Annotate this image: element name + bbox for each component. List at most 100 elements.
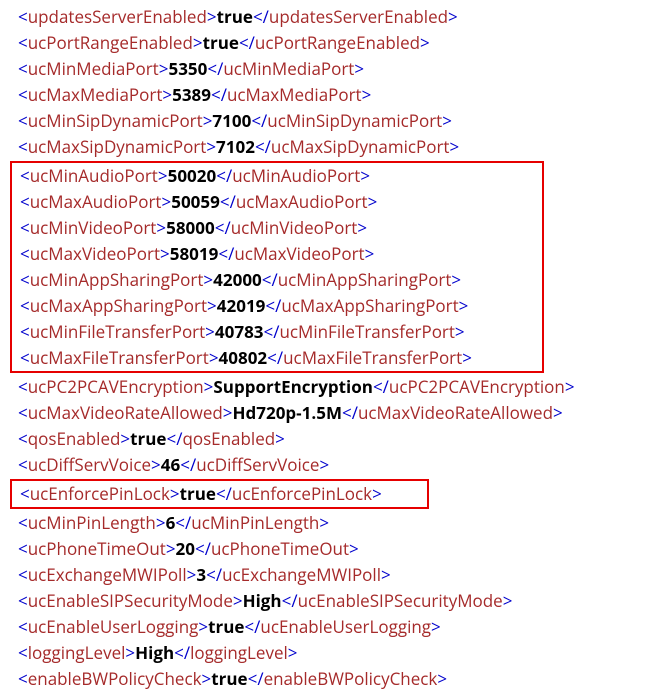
tag-close: ucMaxSipDynamicPort: [271, 135, 450, 158]
tag-close: ucMinSipDynamicPort: [267, 109, 442, 132]
tag-open: ucMaxAudioPort: [30, 190, 162, 213]
angle-close: >: [203, 268, 213, 291]
tag-close: ucMinVideoPort: [231, 216, 358, 239]
angle-close2: >: [459, 294, 469, 317]
tag-close: ucPortRangeEnabled: [255, 31, 420, 54]
xml-value: 40783: [215, 320, 264, 343]
angle-open: <: [20, 320, 30, 343]
tag-open: enableBWPolicyCheck: [28, 667, 202, 690]
tag-open: ucMinAudioPort: [30, 164, 158, 187]
xml-value: true: [203, 31, 239, 54]
angle-open: <: [20, 242, 30, 265]
angle-open-close: </: [180, 453, 196, 476]
angle-open: <: [20, 216, 30, 239]
highlight-box-ports: <ucMinAudioPort>50020</ucMinAudioPort><u…: [10, 161, 544, 373]
angle-open: <: [18, 427, 28, 450]
xml-value: 5350: [168, 57, 207, 80]
xml-value: High: [135, 641, 174, 664]
tag-close: ucEnableSIPSecurityMode: [298, 589, 503, 612]
angle-open: <: [18, 537, 28, 560]
tag-open: ucMaxSipDynamicPort: [28, 135, 207, 158]
angle-open: <: [18, 641, 28, 664]
angle-open: <: [18, 667, 28, 690]
xml-line-ucPortRangeEnabled: <ucPortRangeEnabled>true</ucPortRangeEna…: [10, 30, 672, 56]
xml-line-ucMinPinLength: <ucMinPinLength>6</ucMinPinLength>: [10, 510, 672, 536]
tag-close: ucPC2PCAVEncryption: [389, 375, 565, 398]
angle-open: <: [18, 615, 28, 638]
angle-close2: >: [354, 57, 364, 80]
angle-close2: >: [372, 482, 382, 505]
angle-close2: >: [360, 164, 370, 187]
tag-open: ucEnforcePinLock: [30, 482, 170, 505]
xml-value: 50059: [171, 190, 220, 213]
angle-open: <: [18, 563, 28, 586]
tag-open: ucMinMediaPort: [28, 57, 159, 80]
angle-open: <: [18, 453, 28, 476]
angle-open-close: </: [244, 615, 260, 638]
xml-line-ucMinAudioPort: <ucMinAudioPort>50020</ucMinAudioPort>: [12, 163, 542, 189]
xml-value: true: [180, 482, 216, 505]
angle-open-close: </: [267, 346, 283, 369]
xml-value: 40802: [219, 346, 268, 369]
tag-open: ucPortRangeEnabled: [28, 31, 193, 54]
xml-line-ucPhoneTimeOut: <ucPhoneTimeOut>20</ucPhoneTimeOut>: [10, 536, 672, 562]
xml-snippet: <updatesServerEnabled>true</updatesServe…: [10, 4, 672, 692]
xml-line-qosEnabled: <qosEnabled>true</qosEnabled>: [10, 426, 672, 452]
angle-close: >: [151, 453, 161, 476]
tag-close: qosEnabled: [182, 427, 275, 450]
xml-line-ucMaxMediaPort: <ucMaxMediaPort>5389</ucMaxMediaPort>: [10, 82, 672, 108]
angle-open-close: </: [175, 511, 191, 534]
xml-line-ucMaxVideoRateAllowed: <ucMaxVideoRateAllowed>Hd720p-1.5M</ucMa…: [10, 400, 672, 426]
angle-close: >: [170, 482, 180, 505]
angle-close: >: [158, 164, 168, 187]
angle-close2: >: [553, 401, 563, 424]
angle-close: >: [207, 5, 217, 28]
xml-line-updatesServerEnabled: <updatesServerEnabled>true</updatesServe…: [10, 4, 672, 30]
tag-open: ucExchangeMWIPoll: [28, 563, 187, 586]
angle-close: >: [156, 216, 166, 239]
xml-line-ucPC2PCAVEncryption: <ucPC2PCAVEncryption>SupportEncryption</…: [10, 374, 672, 400]
xml-line-ucMinAppSharingPort: <ucMinAppSharingPort>42000</ucMinAppShar…: [12, 267, 542, 293]
angle-open-close: </: [262, 268, 278, 291]
angle-close2: >: [420, 31, 430, 54]
angle-open: <: [18, 135, 28, 158]
tag-open: ucMaxAppSharingPort: [30, 294, 207, 317]
xml-line-ucMinVideoPort: <ucMinVideoPort>58000</ucMinVideoPort>: [12, 215, 542, 241]
angle-open: <: [18, 57, 28, 80]
xml-value: SupportEncryption: [213, 375, 373, 398]
angle-close2: >: [431, 615, 441, 638]
tag-open: ucMaxMediaPort: [28, 83, 163, 106]
angle-close: >: [156, 511, 166, 534]
angle-open: <: [18, 589, 28, 612]
tag-open: ucEnableSIPSecurityMode: [28, 589, 233, 612]
angle-close: >: [233, 589, 243, 612]
angle-close2: >: [565, 375, 575, 398]
xml-line-ucMinSipDynamicPort: <ucMinSipDynamicPort>7100</ucMinSipDynam…: [10, 108, 672, 134]
angle-open-close: </: [282, 589, 298, 612]
tag-close: ucPhoneTimeOut: [211, 537, 349, 560]
angle-close: >: [209, 346, 219, 369]
xml-value: 5389: [172, 83, 211, 106]
angle-close: >: [207, 294, 217, 317]
angle-open: <: [20, 346, 30, 369]
tag-open: ucMinAppSharingPort: [30, 268, 204, 291]
tag-open: ucMaxFileTransferPort: [30, 346, 209, 369]
angle-open-close: </: [251, 109, 267, 132]
xml-line-ucDiffServVoice: <ucDiffServVoice>46</ucDiffServVoice>: [10, 452, 672, 478]
xml-value: true: [217, 5, 253, 28]
angle-close: >: [206, 135, 216, 158]
tag-close: ucMinPinLength: [191, 511, 319, 534]
angle-close2: >: [319, 511, 329, 534]
angle-close: >: [162, 83, 172, 106]
angle-close2: >: [503, 589, 513, 612]
tag-close: ucDiffServVoice: [196, 453, 319, 476]
xml-value: 6: [166, 511, 176, 534]
tag-open: updatesServerEnabled: [28, 5, 207, 28]
angle-close2: >: [357, 216, 367, 239]
angle-open-close: </: [253, 5, 269, 28]
angle-close2: >: [449, 135, 459, 158]
angle-close2: >: [381, 563, 391, 586]
angle-close2: >: [437, 667, 447, 690]
tag-close: updatesServerEnabled: [269, 5, 448, 28]
angle-close2: >: [319, 453, 329, 476]
